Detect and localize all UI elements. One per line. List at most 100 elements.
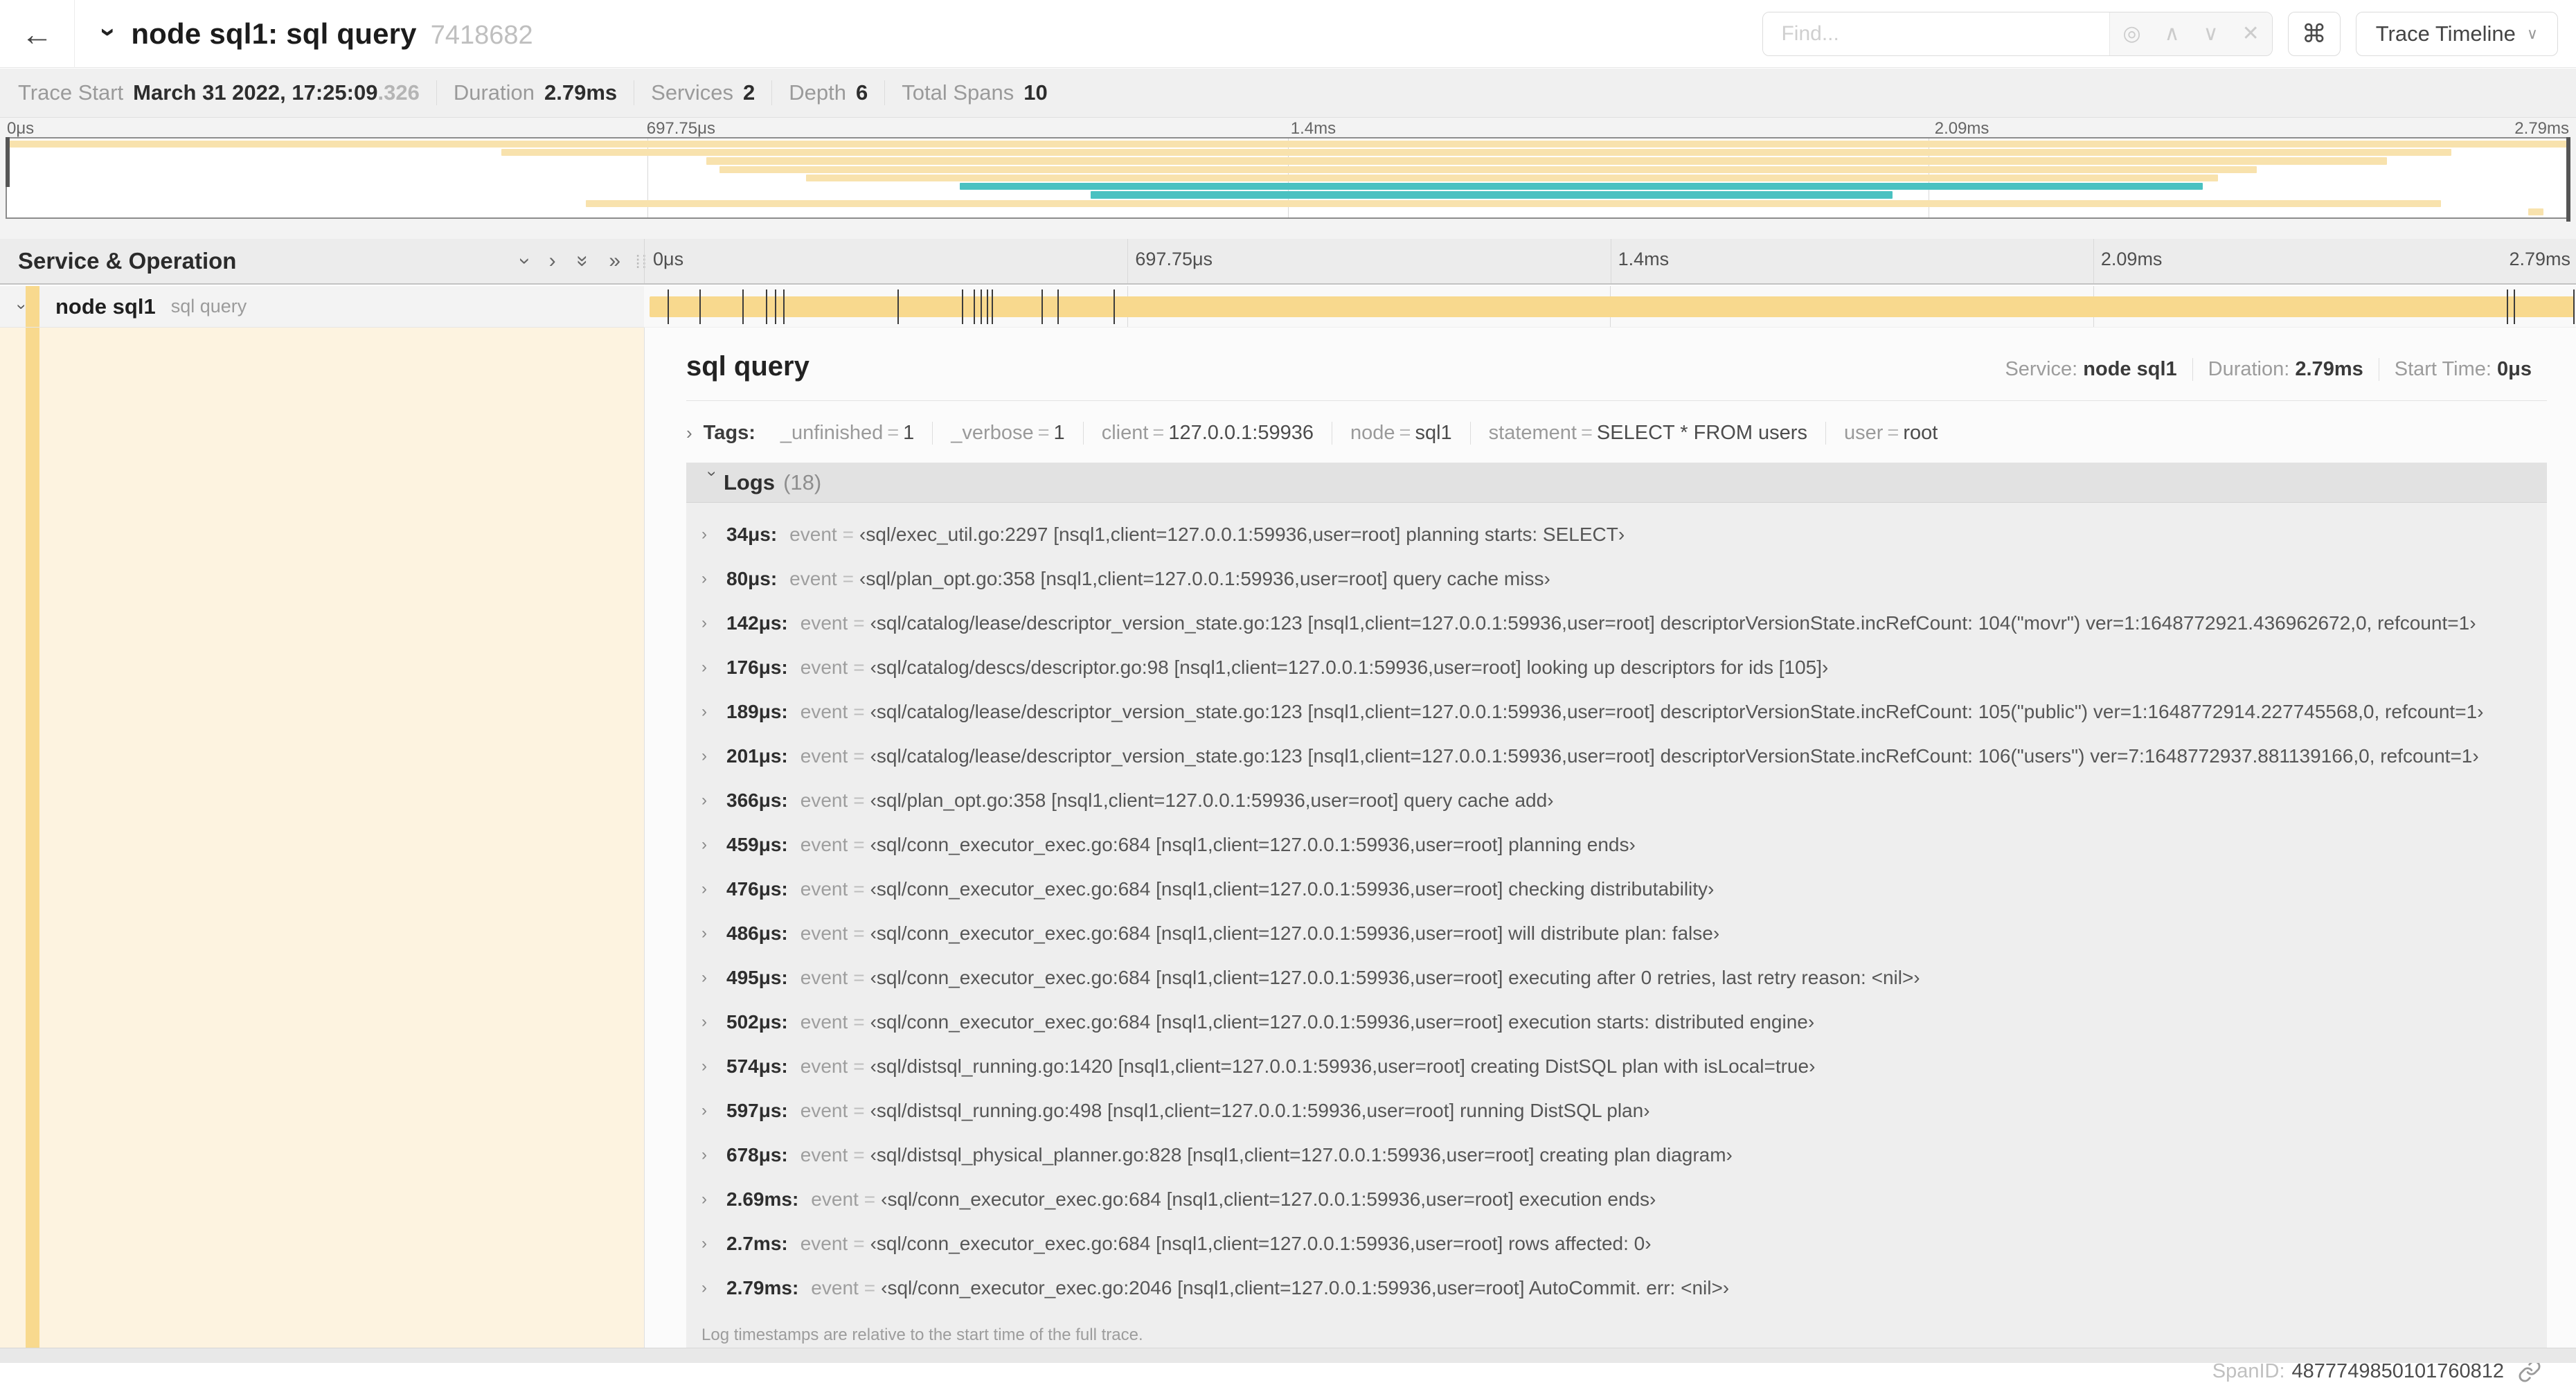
log-timestamp: 459μs: [726,834,788,855]
log-equals: = [842,568,855,589]
log-row[interactable]: › 189μs: event = ‹sql/catalog/lease/desc… [686,690,2547,734]
trace-info-item: Duration 2.79ms [436,80,634,105]
log-field-value: ‹sql/distsql_running.go:1420 [nsql1,clie… [870,1055,1816,1077]
log-expand-chevron-icon[interactable]: › [701,614,726,633]
minimap-left-drag-handle[interactable] [6,137,10,187]
log-row[interactable]: › 495μs: event = ‹sql/conn_executor_exec… [686,956,2547,1000]
log-field-key: event [800,1055,848,1077]
log-expand-chevron-icon[interactable]: › [701,569,726,589]
log-expand-chevron-icon[interactable]: › [701,525,726,544]
tag-value: SELECT * FROM users [1596,422,1807,444]
log-timestamp: 142μs: [726,612,788,634]
service-operation-header: Service & Operation › › » » ⁞⁞ [0,239,647,283]
log-equals: = [853,1100,865,1121]
log-row[interactable]: › 34μs: event = ‹sql/exec_util.go:2297 [… [686,512,2547,557]
log-marker-tick [1041,289,1043,324]
logs-header[interactable]: › Logs (18) [686,463,2547,503]
log-expand-chevron-icon[interactable]: › [701,791,726,810]
prev-match-icon[interactable]: ∧ [2165,21,2180,46]
minimap-span-bar [806,174,2219,182]
log-expand-chevron-icon[interactable]: › [701,924,726,943]
log-field-value: ‹sql/conn_executor_exec.go:684 [nsql1,cl… [870,967,1920,988]
span-row-node-sql1[interactable]: › node sql1 sql query [0,286,2576,328]
clear-find-icon[interactable]: ✕ [2242,21,2260,46]
log-field-value: ‹sql/catalog/lease/descriptor_version_st… [870,612,2476,634]
info-value: 10 [1023,80,1048,105]
detail-left-gutter [0,328,644,1348]
log-timestamp: 502μs: [726,1011,788,1033]
view-selector-button[interactable]: Trace Timeline ∨ [2355,11,2558,56]
meta-value: node sql1 [2083,358,2177,380]
log-row[interactable]: › 80μs: event = ‹sql/plan_opt.go:358 [ns… [686,557,2547,601]
log-expand-chevron-icon[interactable]: › [701,1234,726,1253]
minimap-span-bar [501,149,2451,157]
expand-all-icon[interactable]: » [609,249,620,273]
log-field-value: ‹sql/distsql_running.go:498 [nsql1,clien… [870,1100,1650,1121]
log-row[interactable]: › 366μs: event = ‹sql/plan_opt.go:358 [n… [686,778,2547,823]
expand-one-icon[interactable]: › [549,249,556,273]
tag-item[interactable]: user = root [1825,422,1956,445]
log-row[interactable]: › 459μs: event = ‹sql/conn_executor_exec… [686,823,2547,867]
log-row[interactable]: › 486μs: event = ‹sql/conn_executor_exec… [686,911,2547,956]
tag-item[interactable]: client = 127.0.0.1:59936 [1082,422,1332,445]
log-expand-chevron-icon[interactable]: › [701,1101,726,1121]
minimap-canvas[interactable] [6,137,2570,222]
log-row[interactable]: › 201μs: event = ‹sql/catalog/lease/desc… [686,734,2547,778]
log-expand-chevron-icon[interactable]: › [701,1145,726,1165]
collapse-one-icon[interactable]: › [513,258,537,265]
log-expand-chevron-icon[interactable]: › [701,880,726,899]
log-row[interactable]: › 2.7ms: event = ‹sql/conn_executor_exec… [686,1222,2547,1266]
log-expand-chevron-icon[interactable]: › [701,1057,726,1076]
deep-link-icon[interactable] [2518,1359,2541,1383]
back-button[interactable]: ← [0,0,75,68]
minimap-right-drag-handle[interactable] [2566,137,2570,222]
keyboard-shortcuts-button[interactable]: ⌘ [2287,11,2341,56]
timeline-tick: 1.4ms [1618,249,1670,269]
log-equals: = [853,878,865,900]
log-expand-chevron-icon[interactable]: › [701,1012,726,1032]
find-controls: ◎ ∧ ∨ ✕ [2109,12,2272,55]
log-expand-chevron-icon[interactable]: › [701,658,726,677]
collapse-trace-chevron-icon[interactable]: › [93,27,124,36]
find-input[interactable] [1763,12,2110,55]
minimap-span-row [7,166,2569,174]
match-target-icon[interactable]: ◎ [2122,21,2140,46]
trace-info-item: Depth 6 [771,80,884,105]
next-match-icon[interactable]: ∨ [2203,21,2219,46]
span-row-name-cell[interactable]: › node sql1 sql query [0,286,644,328]
meta-label: Duration: [2208,358,2290,380]
tags-row[interactable]: › Tags: _unfinished = 1 _verbose = 1 client =… [686,422,2547,445]
tags-expand-chevron-icon[interactable]: › [686,422,692,444]
span-duration-bar[interactable] [650,296,2575,317]
log-expand-chevron-icon[interactable]: › [701,968,726,988]
tag-item[interactable]: _unfinished = 1 [762,422,932,445]
log-row[interactable]: › 142μs: event = ‹sql/catalog/lease/desc… [686,601,2547,645]
log-row[interactable]: › 2.69ms: event = ‹sql/conn_executor_exe… [686,1177,2547,1222]
log-expand-chevron-icon[interactable]: › [701,835,726,855]
log-row[interactable]: › 678μs: event = ‹sql/distsql_physical_p… [686,1133,2547,1177]
timeline-tick: 2.79ms [2509,249,2570,269]
span-color-stripe [26,328,39,1348]
tag-item[interactable]: statement = SELECT * FROM users [1469,422,1825,445]
tag-item[interactable]: _verbose = 1 [932,422,1082,445]
span-row-bar-cell[interactable] [644,286,2576,328]
log-row[interactable]: › 476μs: event = ‹sql/conn_executor_exec… [686,867,2547,911]
log-marker-tick [1113,289,1115,324]
log-expand-chevron-icon[interactable]: › [701,747,726,766]
log-row[interactable]: › 176μs: event = ‹sql/catalog/descs/desc… [686,645,2547,690]
log-row[interactable]: › 502μs: event = ‹sql/conn_executor_exec… [686,1000,2547,1044]
log-expand-chevron-icon[interactable]: › [701,1190,726,1209]
tag-equals: = [1399,422,1411,444]
log-row[interactable]: › 2.79ms: event = ‹sql/conn_executor_exe… [686,1266,2547,1310]
trace-info-item: Total Spans 10 [884,80,1064,105]
minimap-tick: 697.75μs [646,119,715,138]
log-expand-chevron-icon[interactable]: › [701,1278,726,1298]
tag-item[interactable]: node = sql1 [1331,422,1470,445]
span-color-stripe [26,286,39,327]
collapse-all-icon[interactable]: » [571,256,594,267]
log-row[interactable]: › 597μs: event = ‹sql/distsql_running.go… [686,1089,2547,1133]
log-expand-chevron-icon[interactable]: › [701,702,726,722]
logs-collapse-chevron-icon[interactable]: › [702,471,722,494]
log-row[interactable]: › 574μs: event = ‹sql/distsql_running.go… [686,1044,2547,1089]
minimap-span-bar [719,166,2257,173]
